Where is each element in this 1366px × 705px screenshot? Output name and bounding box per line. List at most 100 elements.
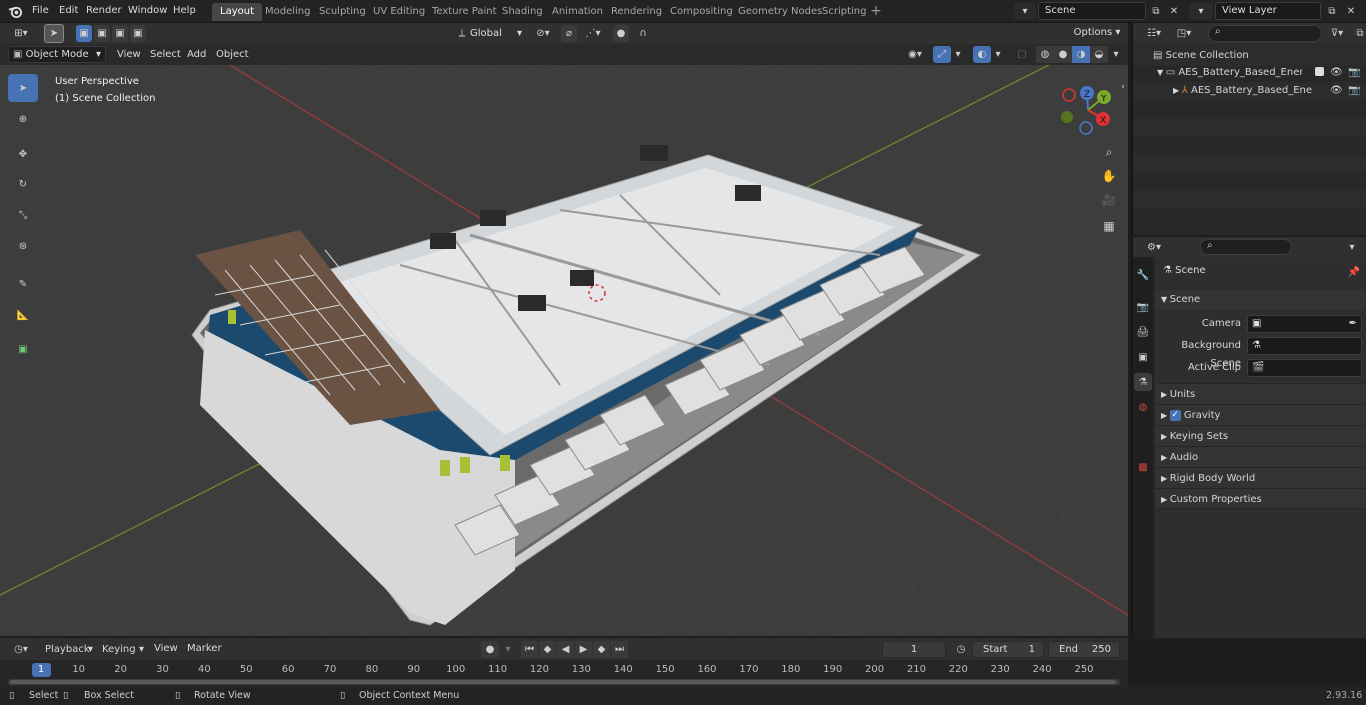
- tab-shading[interactable]: Shading: [494, 3, 551, 21]
- scene-selector-icon[interactable]: ▾: [1014, 3, 1036, 20]
- viewport-menu-view[interactable]: View: [111, 44, 147, 65]
- panel-custom-properties[interactable]: ▶ Custom Properties: [1155, 488, 1366, 509]
- tool-tab-icon[interactable]: 🔧: [1135, 267, 1151, 283]
- expand-arrow-icon[interactable]: ▶: [1173, 86, 1182, 95]
- editor-type-icon[interactable]: ⊞▾: [8, 25, 34, 42]
- camera-render-icon-2[interactable]: 📷: [1348, 82, 1360, 100]
- falloff-icon[interactable]: ∩: [631, 25, 655, 42]
- tool-add-cube[interactable]: ▣: [8, 335, 38, 363]
- tab-rendering[interactable]: Rendering: [603, 3, 670, 21]
- 3d-viewport[interactable]: ➤ ⊕ ✥ ↻ ⤡ ⊛ ✎ 📐 ▣ User Perspective (1) S…: [0, 65, 1128, 636]
- render-tab-icon[interactable]: 📷: [1135, 299, 1151, 315]
- zoom-icon[interactable]: ⌕: [1100, 143, 1118, 161]
- navigation-gizmo[interactable]: Z Y X: [1058, 85, 1118, 140]
- outliner-row-collection[interactable]: ▼ ▭ AES_Battery_Based_Energy_S 👁 📷: [1133, 64, 1366, 82]
- display-mode-icon[interactable]: ◳▾: [1171, 25, 1197, 42]
- tool-cursor[interactable]: ⊕: [8, 105, 38, 133]
- tool-transform[interactable]: ⊛: [8, 232, 38, 260]
- view-layer-selector-icon[interactable]: ▾: [1189, 3, 1213, 20]
- tool-rotate[interactable]: ↻: [8, 170, 38, 198]
- camera-field[interactable]: ▣ ✒: [1247, 315, 1362, 333]
- next-keyframe-icon[interactable]: ◆: [593, 641, 610, 658]
- end-frame-field[interactable]: End 250: [1048, 641, 1120, 658]
- select-tool-icon[interactable]: ➤: [44, 24, 64, 43]
- timeline-menu-marker[interactable]: Marker: [181, 638, 228, 660]
- output-tab-icon[interactable]: 🖨: [1135, 324, 1151, 340]
- blender-logo-icon[interactable]: [7, 3, 23, 19]
- panel-units[interactable]: ▶ Units: [1155, 383, 1366, 404]
- menu-window[interactable]: Window: [122, 0, 173, 22]
- texture-tab-icon[interactable]: ▩: [1135, 459, 1151, 475]
- panel-rigid-body-world[interactable]: ▶ Rigid Body World: [1155, 467, 1366, 488]
- filter-icon[interactable]: ⊽▾: [1325, 25, 1349, 42]
- mode-extend-icon[interactable]: ▣: [94, 25, 110, 42]
- scene-panel-header[interactable]: ▼ Scene: [1155, 290, 1366, 310]
- collapse-arrow-icon[interactable]: ▼: [1157, 68, 1166, 77]
- delete-view-layer-icon[interactable]: ✕: [1343, 3, 1359, 19]
- record-dropdown-icon[interactable]: ▾: [501, 641, 515, 658]
- tab-texture-paint[interactable]: Texture Paint: [424, 3, 505, 21]
- panel-gravity[interactable]: ▶ ✓ Gravity: [1155, 404, 1366, 425]
- add-workspace-icon[interactable]: +: [869, 3, 883, 19]
- tool-scale[interactable]: ⤡: [8, 201, 38, 229]
- overlays-dropdown-icon[interactable]: ▾: [992, 46, 1004, 63]
- view-layer-field[interactable]: View Layer: [1215, 2, 1321, 20]
- new-collection-icon[interactable]: ⧉: [1353, 25, 1366, 42]
- pan-hand-icon[interactable]: ✋: [1100, 167, 1118, 185]
- shading-dropdown-icon[interactable]: ▾: [1110, 46, 1122, 63]
- playback-dropdown[interactable]: Playback ▾: [41, 641, 95, 658]
- eyedropper-icon[interactable]: ✒: [1349, 316, 1357, 332]
- preview-range-icon[interactable]: ◷: [953, 641, 969, 658]
- tab-compositing[interactable]: Compositing: [662, 3, 741, 21]
- gizmo-toggle-icon[interactable]: ⤢: [933, 46, 951, 63]
- current-frame-field[interactable]: 1: [882, 641, 946, 658]
- ortho-grid-icon[interactable]: ▦: [1100, 217, 1118, 235]
- gravity-checkbox[interactable]: ✓: [1169, 409, 1181, 421]
- timeline-area[interactable]: 1 10 20 30 40 50 60 70 80 90 100 110 120 130 140 150 160…: [0, 660, 1128, 687]
- active-clip-field[interactable]: 🎬: [1247, 359, 1362, 377]
- exclude-checkbox[interactable]: [1315, 67, 1324, 76]
- material-shading-icon[interactable]: ◑: [1072, 46, 1090, 63]
- properties-options-icon[interactable]: ▾: [1343, 239, 1361, 255]
- tool-select-box[interactable]: ➤: [8, 74, 38, 102]
- eye-icon[interactable]: 👁: [1330, 64, 1343, 82]
- scene-tab-icon[interactable]: ⚗: [1134, 373, 1152, 391]
- background-scene-field[interactable]: ⚗: [1247, 337, 1362, 355]
- outliner-row-object[interactable]: ▶ ⅄ AES_Battery_Based_Ene 👁 📷: [1133, 82, 1366, 100]
- view-layer-tab-icon[interactable]: ▣: [1135, 349, 1151, 365]
- record-icon[interactable]: ●: [481, 641, 499, 658]
- panel-keying-sets[interactable]: ▶ Keying Sets: [1155, 425, 1366, 446]
- object-mode-dropdown[interactable]: ▣ Object Mode ▾: [8, 46, 106, 63]
- prev-keyframe-icon[interactable]: ◆: [539, 641, 556, 658]
- pin-icon[interactable]: 📌: [1347, 265, 1361, 279]
- overlays-toggle-icon[interactable]: ◐: [973, 46, 991, 63]
- tab-uv-editing[interactable]: UV Editing: [365, 3, 433, 21]
- menu-help[interactable]: Help: [167, 0, 202, 22]
- viewport-menu-add[interactable]: Add: [181, 44, 212, 65]
- sidebar-toggle-icon[interactable]: ‹: [1118, 81, 1128, 93]
- tool-move[interactable]: ✥: [8, 140, 38, 168]
- new-scene-icon[interactable]: ⧉: [1148, 3, 1164, 19]
- timeline-scrollbar[interactable]: [8, 679, 1120, 685]
- tab-scripting[interactable]: Scripting: [814, 3, 874, 21]
- jump-start-icon[interactable]: ⏮: [521, 641, 538, 658]
- jump-end-icon[interactable]: ⏭: [611, 641, 628, 658]
- visibility-icon[interactable]: ◉▾: [902, 46, 928, 63]
- timeline-menu-view[interactable]: View: [148, 638, 184, 660]
- viewport-menu-object[interactable]: Object: [210, 44, 255, 65]
- panel-audio[interactable]: ▶ Audio: [1155, 446, 1366, 467]
- mode-set-icon[interactable]: ▣: [76, 25, 92, 42]
- solid-shading-icon[interactable]: ●: [1054, 46, 1072, 63]
- proportional-edit-icon[interactable]: ●: [613, 25, 629, 42]
- start-frame-field[interactable]: Start 1: [972, 641, 1044, 658]
- timeline-editor-icon[interactable]: ◷▾: [8, 641, 34, 658]
- eye-icon-2[interactable]: 👁: [1330, 82, 1343, 100]
- menu-file[interactable]: File: [26, 0, 55, 22]
- keying-dropdown[interactable]: Keying ▾: [98, 641, 146, 658]
- outliner-row-scene-collection[interactable]: ▤ Scene Collection: [1133, 45, 1366, 66]
- pivot-point-icon[interactable]: ⊘▾: [531, 25, 555, 42]
- play-icon[interactable]: ▶: [575, 641, 592, 658]
- world-tab-icon[interactable]: ◍: [1135, 399, 1151, 415]
- tab-modeling[interactable]: Modeling: [257, 3, 319, 21]
- gizmo-dropdown-icon[interactable]: ▾: [952, 46, 964, 63]
